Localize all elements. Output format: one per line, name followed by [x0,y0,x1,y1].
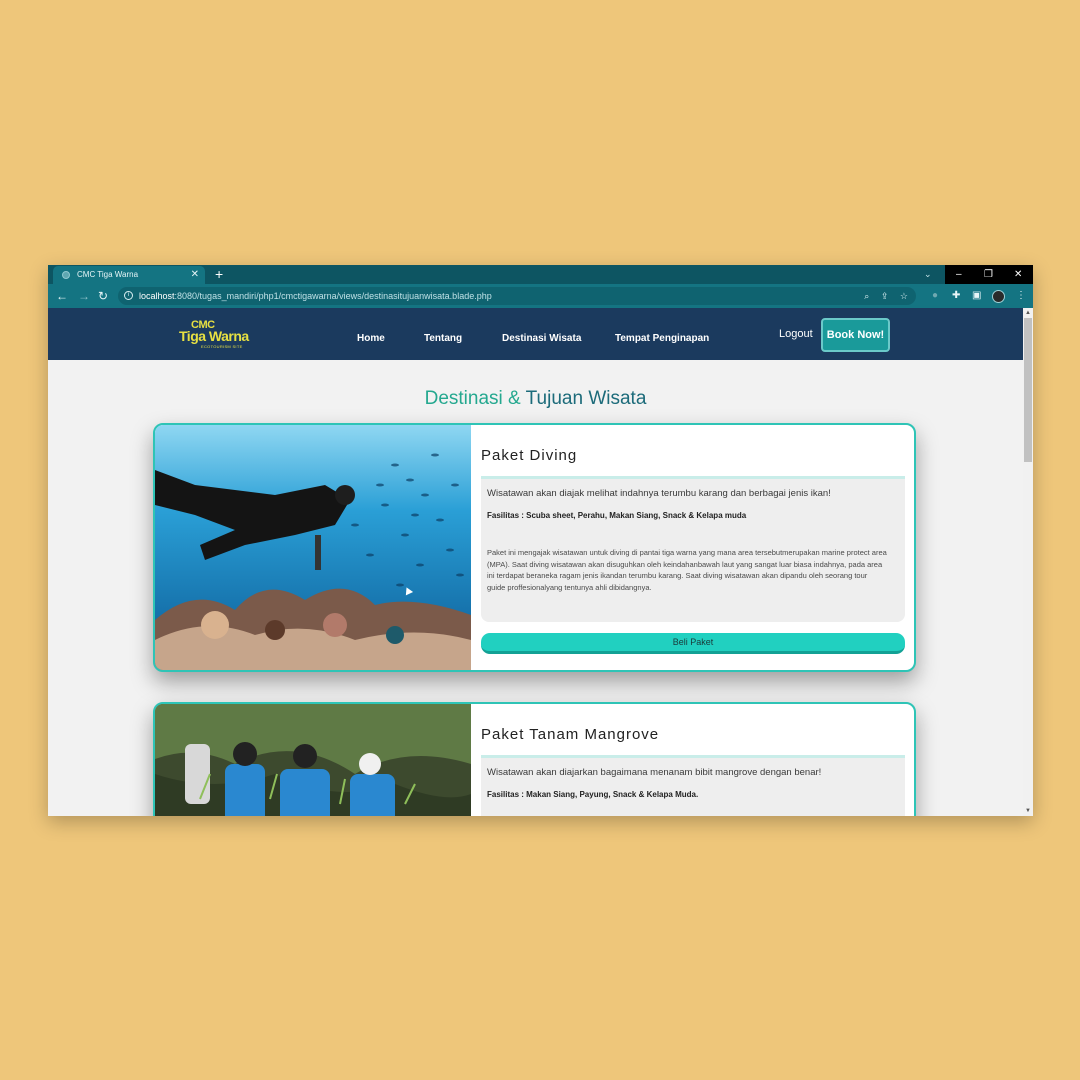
back-icon[interactable]: ← [56,284,68,308]
url-path: :8080/tugas_mandiri/php1/cmctigawarna/vi… [174,291,492,301]
title-part-tujuan: Tujuan Wisata [525,388,647,409]
logout-link[interactable]: Logout [779,308,813,360]
omnibox-icons: ⌕ ⇪ ☆ [855,287,908,305]
tab-title: CMC Tiga Warna [77,270,139,279]
nav-tempat-penginapan[interactable]: Tempat Penginapan [615,308,709,370]
new-tab-button[interactable]: + [215,265,223,283]
title-ampersand: & [508,388,521,409]
browser-tab[interactable]: CMC Tiga Warna ✕ [53,266,205,284]
zoom-icon[interactable]: ⌕ [864,291,869,301]
puzzle-icon[interactable]: ✚ [952,284,960,308]
mangrove-photo [155,704,471,816]
restore-button[interactable]: ❐ [984,265,993,284]
sidepanel-icon[interactable]: ▣ [972,284,981,308]
reload-icon[interactable]: ↻ [98,284,108,308]
nav-destinasi-wisata[interactable]: Destinasi Wisata [502,308,581,370]
package-facilities: Fasilitas : Scuba sheet, Perahu, Makan S… [487,511,747,520]
package-card-diving: Paket Diving Wisatawan akan diajak melih… [153,423,916,672]
package-card-mangrove: Paket Tanam Mangrove Wisatawan akan diaj… [153,702,916,816]
info-icon[interactable]: i [124,291,133,300]
site-navbar: CMC Tiga Warna ECOTOURISM SITE Home Tent… [48,308,1023,360]
profile-avatar[interactable] [992,290,1005,303]
tab-search-icon[interactable]: ⌄ [924,265,932,283]
minimize-button[interactable]: – [956,265,962,284]
diving-photo [155,425,471,670]
nav-home[interactable]: Home [357,308,385,370]
scroll-up-icon[interactable]: ▲ [1025,310,1031,316]
beli-paket-button[interactable]: Beli Paket [481,633,905,654]
package-details: Wisatawan akan diajak melihat indahnya t… [481,479,905,622]
browser-toolbar: ← → ↻ i localhost:8080/tugas_mandiri/php… [48,284,1033,308]
address-bar[interactable]: i localhost:8080/tugas_mandiri/php1/cmct… [118,287,916,305]
scroll-down-icon[interactable]: ▼ [1025,808,1031,814]
scroll-thumb[interactable] [1024,318,1032,462]
package-title: Paket Diving [481,447,578,464]
logo-sub-text: ECOTOURISM SITE [201,344,243,349]
title-part-destinasi: Destinasi [424,388,503,409]
book-now-button[interactable]: Book Now! [821,318,890,352]
star-icon[interactable]: ☆ [900,291,908,301]
package-long-description: Paket ini mengajak wisatawan untuk divin… [487,548,887,592]
package-facilities: Fasilitas : Makan Siang, Payung, Snack &… [487,790,699,799]
package-description: Wisatawan akan diajarkan bagaimana menan… [487,767,822,778]
close-window-button[interactable]: ✕ [1014,265,1022,284]
share-icon[interactable]: ⇪ [881,291,889,301]
url-host: localhost [139,291,175,301]
logo-main-text: Tiga Warna [179,328,249,344]
tab-close-icon[interactable]: ✕ [191,266,199,284]
menu-icon[interactable]: ⋮ [1016,284,1026,308]
favicon-icon [62,271,70,279]
nav-tentang[interactable]: Tentang [424,308,462,370]
package-title: Paket Tanam Mangrove [481,726,660,743]
page-scrollbar[interactable]: ▲ ▼ [1023,308,1033,816]
page-title: Destinasi & Tujuan Wisata [48,388,1023,410]
package-details: Wisatawan akan diajarkan bagaimana menan… [481,758,905,816]
page-viewport: CMC Tiga Warna ECOTOURISM SITE Home Tent… [48,308,1023,816]
browser-window: CMC Tiga Warna ✕ + ⌄ – ❐ ✕ ← → ↻ i local… [48,265,1033,816]
tab-strip: CMC Tiga Warna ✕ + ⌄ – ❐ ✕ [48,265,1033,284]
extension-icon[interactable]: ● [932,284,938,308]
site-logo[interactable]: CMC Tiga Warna ECOTOURISM SITE [179,319,251,349]
url-text[interactable]: localhost:8080/tugas_mandiri/php1/cmctig… [139,287,492,305]
package-description: Wisatawan akan diajak melihat indahnya t… [487,488,831,499]
forward-icon[interactable]: → [78,284,90,308]
window-controls: – ❐ ✕ [945,265,1033,284]
